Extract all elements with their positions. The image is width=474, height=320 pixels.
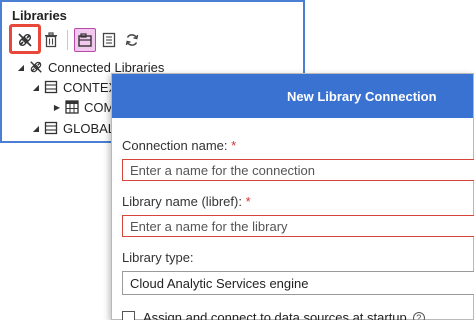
library-name-label: Library name (libref): * (122, 194, 251, 209)
dialog-title: New Library Connection (287, 89, 437, 104)
connection-name-label: Connection name: * (122, 138, 237, 153)
tree-item-label: GLOBAL (63, 120, 116, 136)
delete-button[interactable] (40, 28, 62, 52)
server-icon (44, 121, 58, 135)
tree-item-com[interactable]: ▶ COM (52, 98, 114, 116)
refresh-button[interactable] (121, 28, 143, 52)
disconnect-icon (17, 32, 33, 48)
connection-name-input[interactable] (122, 159, 474, 181)
tree-item-label: CONTEX (63, 79, 118, 95)
properties-button[interactable] (98, 28, 120, 52)
library-type-select[interactable]: Cloud Analytic Services engine (122, 271, 474, 295)
required-mark: * (245, 194, 251, 209)
new-library-connection-dialog: New Library Connection Connection name: … (111, 73, 474, 320)
startup-checkbox[interactable] (122, 311, 135, 320)
expand-arrow-icon[interactable]: ◢ (16, 63, 26, 72)
new-library-icon (77, 32, 93, 48)
required-mark: * (231, 138, 237, 153)
tree-item-label: COM (84, 99, 115, 115)
expand-arrow-icon[interactable]: ◢ (31, 124, 41, 133)
toolbar-separator (67, 30, 68, 50)
disconnect-icon (29, 60, 43, 74)
tree-item-contex[interactable]: ◢ CONTEX (31, 78, 117, 96)
disconnect-button[interactable] (14, 28, 36, 52)
startup-checkbox-label: Assign and connect to data sources at st… (143, 310, 407, 320)
startup-checkbox-row: Assign and connect to data sources at st… (122, 310, 425, 320)
libraries-title: Libraries (12, 8, 67, 23)
collapse-arrow-icon[interactable]: ▶ (52, 103, 62, 112)
dialog-header: New Library Connection (112, 74, 473, 118)
server-icon (44, 80, 58, 94)
new-library-button[interactable] (74, 28, 96, 52)
table-icon (65, 100, 79, 114)
properties-icon (102, 32, 116, 48)
library-type-value: Cloud Analytic Services engine (130, 275, 309, 291)
library-type-label: Library type: (122, 250, 194, 265)
help-icon[interactable]: ? (412, 311, 425, 320)
expand-arrow-icon[interactable]: ◢ (31, 83, 41, 92)
tree-item-global[interactable]: ◢ GLOBAL (31, 119, 115, 137)
library-name-input[interactable] (122, 215, 474, 237)
trash-icon (44, 32, 58, 48)
refresh-icon (124, 32, 140, 48)
